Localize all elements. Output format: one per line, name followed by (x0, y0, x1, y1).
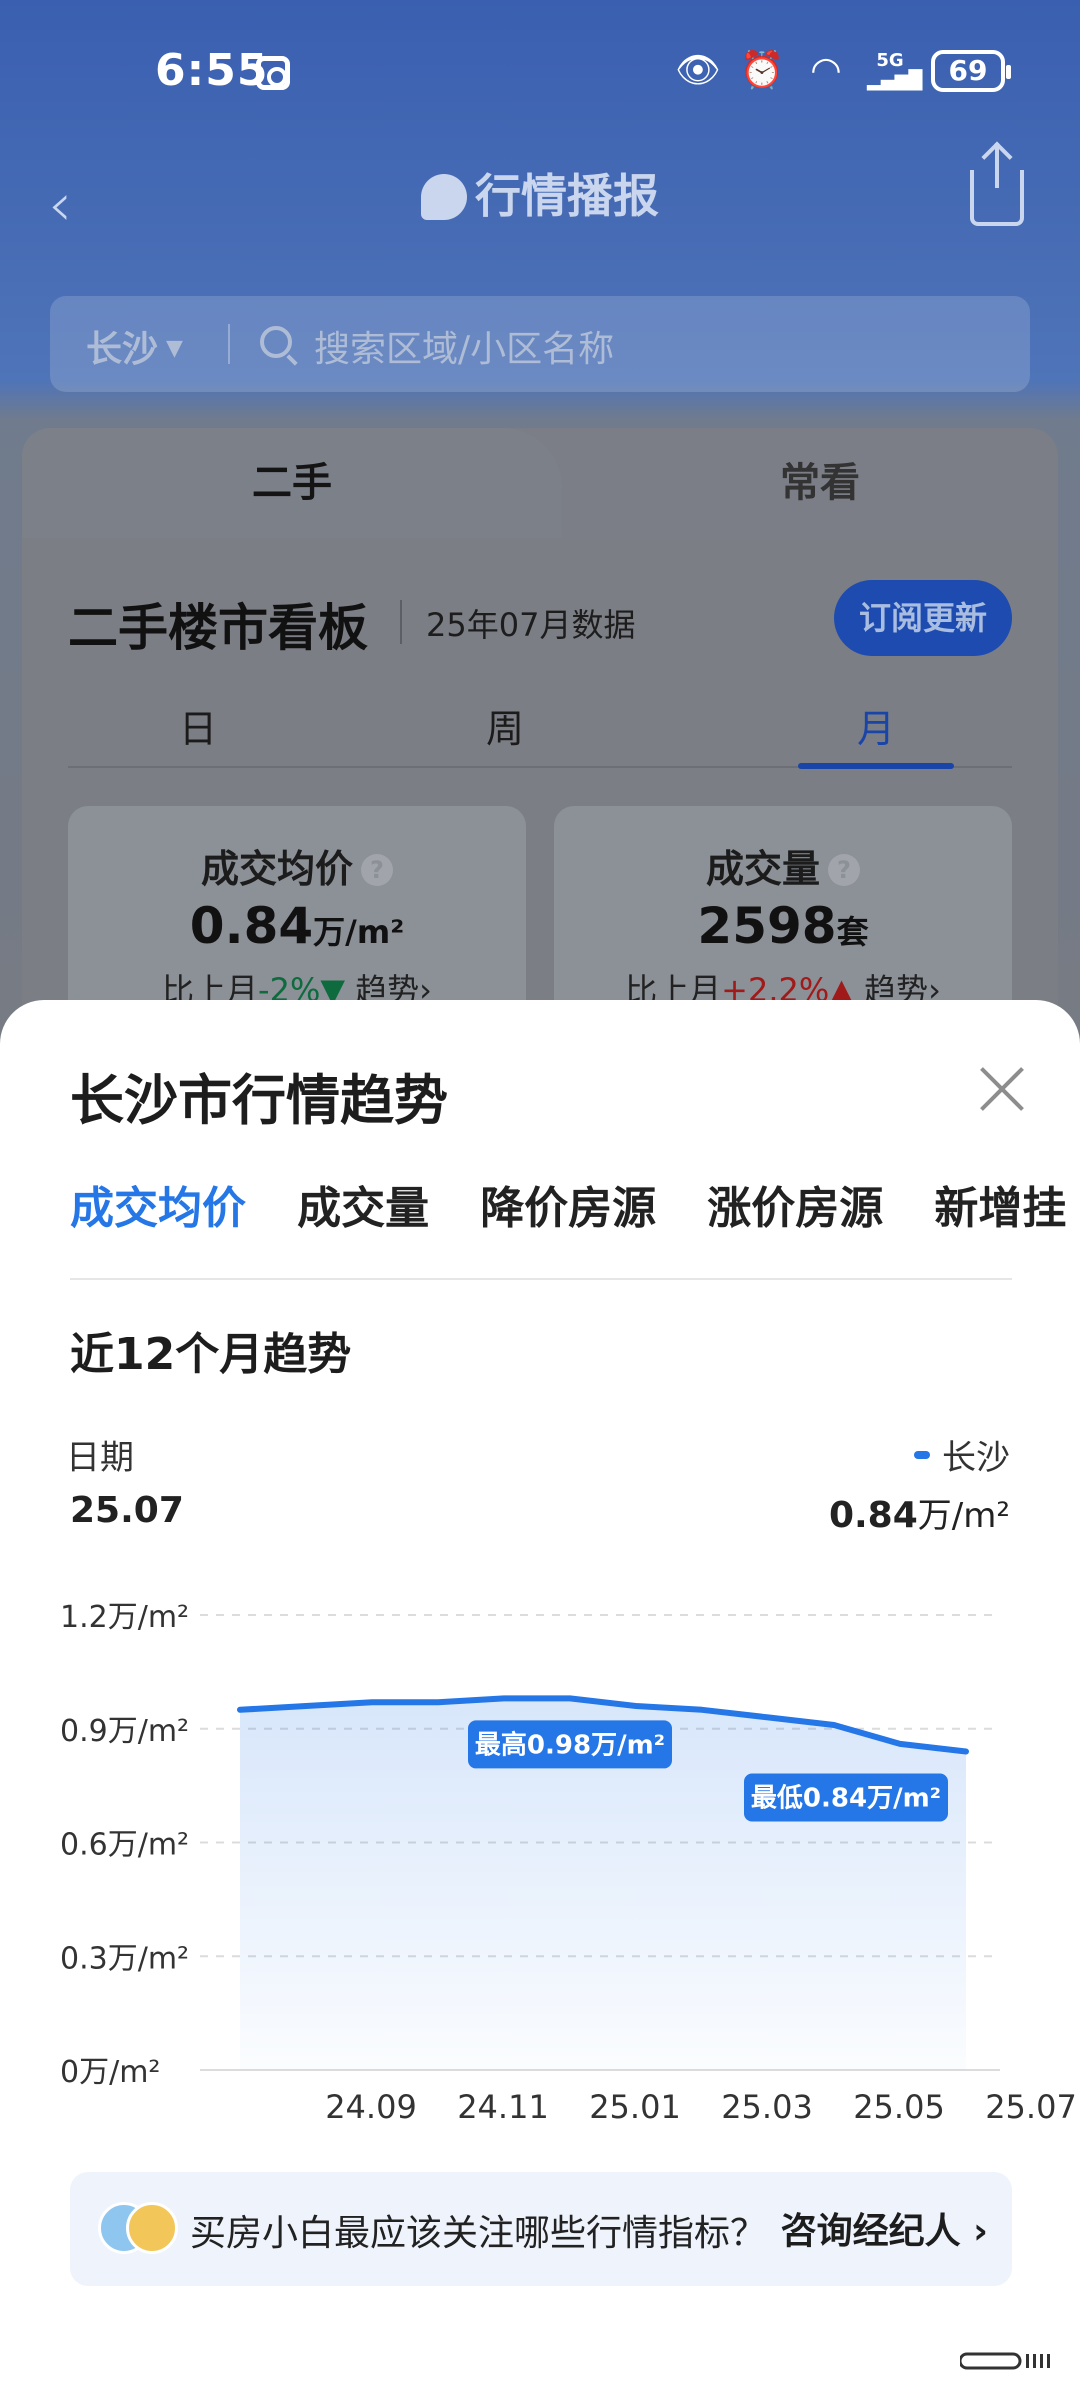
legend-value-number: 0.84 (828, 1495, 918, 1536)
consult-agent-link[interactable]: 咨询经纪人 › (781, 2202, 988, 2254)
promo-text: 买房小白最应该关注哪些行情指标？ (190, 2213, 767, 2254)
x-tick-label: 25.07 (985, 2088, 1077, 2126)
legend-name: 长沙 (942, 1438, 1010, 1478)
promo-banner[interactable]: 买房小白最应该关注哪些行情指标？ 咨询经纪人 › (70, 2172, 1012, 2286)
y-tick-label: 0.3万/m² (60, 1941, 189, 1976)
stat-label: 成交均价 (200, 847, 353, 891)
tab-month[interactable]: 月 (806, 698, 946, 753)
help-icon[interactable]: ? (361, 854, 393, 886)
x-tick-label: 25.01 (589, 2088, 681, 2126)
consult-agent-label: 咨询经纪人 (780, 2211, 961, 2252)
app-logo-icon (421, 174, 467, 220)
stat-unit: 套 (836, 913, 869, 951)
legend-swatch (914, 1451, 930, 1459)
date-value: 25.07 (70, 1490, 184, 1531)
help-icon[interactable]: ? (828, 854, 860, 886)
y-tick-label: 0.9万/m² (60, 1714, 189, 1749)
chart-legend: 长沙 (914, 1430, 1010, 1479)
y-tick-label: 0.6万/m² (60, 1828, 189, 1863)
search-bar[interactable]: 长沙 ▼ 搜索区域/小区名称 (50, 296, 1030, 392)
x-tick-label: 25.05 (853, 2088, 945, 2126)
date-label: 日期 (66, 1438, 134, 1478)
stat-value: 0.84 (189, 897, 314, 955)
callout-label: 最低0.84万/m² (751, 1784, 941, 1814)
tab-frequent[interactable]: 常看 (582, 428, 1058, 538)
x-tick-label: 24.11 (457, 2088, 549, 2126)
y-tick-label: 0万/m² (60, 2055, 160, 2090)
wifi-icon: ◠ (810, 50, 842, 91)
tab-week[interactable]: 周 (435, 698, 575, 753)
close-icon[interactable] (980, 1066, 1024, 1110)
board-data-date: 25年07月数据 (426, 606, 636, 644)
signal-icon: 5G ▂▄▆█ (867, 50, 923, 91)
home-indicator-icon (960, 2352, 1050, 2370)
city-selector[interactable]: 长沙 ▼ (86, 320, 183, 372)
divider (228, 324, 230, 364)
tab-volume[interactable]: 成交量 (297, 1172, 429, 1236)
max-value-callout: 最高0.98万/m² (468, 1720, 672, 1769)
tab-price-cut[interactable]: 降价房源 (480, 1172, 656, 1236)
stat-unit: 万/m² (313, 913, 405, 951)
trend-bottom-sheet: 长沙市行情趋势 成交均价 成交量 降价房源 涨价房源 新增挂 近12个月趋势 日… (0, 1000, 1080, 2400)
legend-value: 0.84万/m² (829, 1488, 1010, 1537)
board-title: 二手楼市看板 (68, 599, 368, 657)
stat-value: 2598 (697, 897, 837, 955)
divider (400, 600, 402, 644)
status-time: 6:55 (155, 45, 269, 96)
subscribe-button[interactable]: 订阅更新 (834, 580, 1012, 656)
callout-label: 最高0.98万/m² (475, 1729, 665, 1760)
tab-price-rise[interactable]: 涨价房源 (707, 1172, 883, 1236)
trend-title: 近12个月趋势 (70, 1329, 352, 1380)
tab-avg-price[interactable]: 成交均价 (70, 1172, 246, 1236)
status-icons: 👁 ⏰ ◠ 5G ▂▄▆█ 69 (675, 50, 1011, 92)
search-input[interactable]: 搜索区域/小区名称 (314, 320, 614, 372)
period-tabs: 日 周 月 (68, 688, 1012, 769)
city-label: 长沙 (86, 329, 159, 370)
board-tabs: 二手 常看 (22, 428, 1058, 538)
search-icon (260, 326, 292, 358)
tab-second-hand[interactable]: 二手 (22, 428, 562, 538)
y-tick-label: 1.2万/m² (60, 1600, 189, 1635)
metric-tabs: 成交均价 成交量 降价房源 涨价房源 新增挂 (70, 1172, 1080, 1272)
divider (70, 1278, 1012, 1280)
network-type: 5G (876, 50, 904, 71)
alarm-icon: ⏰ (739, 50, 785, 91)
share-icon[interactable] (970, 146, 1024, 226)
active-tab-indicator (798, 763, 954, 769)
x-tick-label: 25.03 (721, 2088, 813, 2126)
battery-level: 69 (948, 54, 988, 87)
stat-label: 成交量 (705, 847, 820, 891)
min-value-callout: 最低0.84万/m² (744, 1773, 948, 1822)
status-bar: 6:55 👁 ⏰ ◠ 5G ▂▄▆█ 69 (0, 0, 1080, 140)
tab-new-listings[interactable]: 新增挂 (934, 1172, 1066, 1236)
sheet-title: 长沙市行情趋势 (70, 1069, 448, 1132)
trend-chart[interactable]: 1.2万/m² 0.9万/m² 0.6万/m² 0.3万/m² 0万/m² 24.09 2… (0, 1560, 1080, 2140)
legend-value-unit: 万/m² (917, 1496, 1010, 1536)
top-nav: ‹ 行情播报 (0, 140, 1080, 250)
x-tick-label: 24.09 (325, 2088, 417, 2126)
battery-icon: 69 (931, 50, 1011, 92)
settings-status-icon (256, 56, 290, 90)
eye-comfort-icon: 👁 (675, 50, 721, 91)
caret-down-icon: ▼ (166, 336, 183, 361)
chevron-right-icon: › (960, 2211, 988, 2252)
mascot-icon (126, 2202, 178, 2254)
page-title: 行情播报 (0, 160, 1080, 226)
tab-day[interactable]: 日 (128, 698, 268, 753)
mascot-avatar (98, 2202, 178, 2258)
page-title-text: 行情播报 (475, 169, 659, 223)
